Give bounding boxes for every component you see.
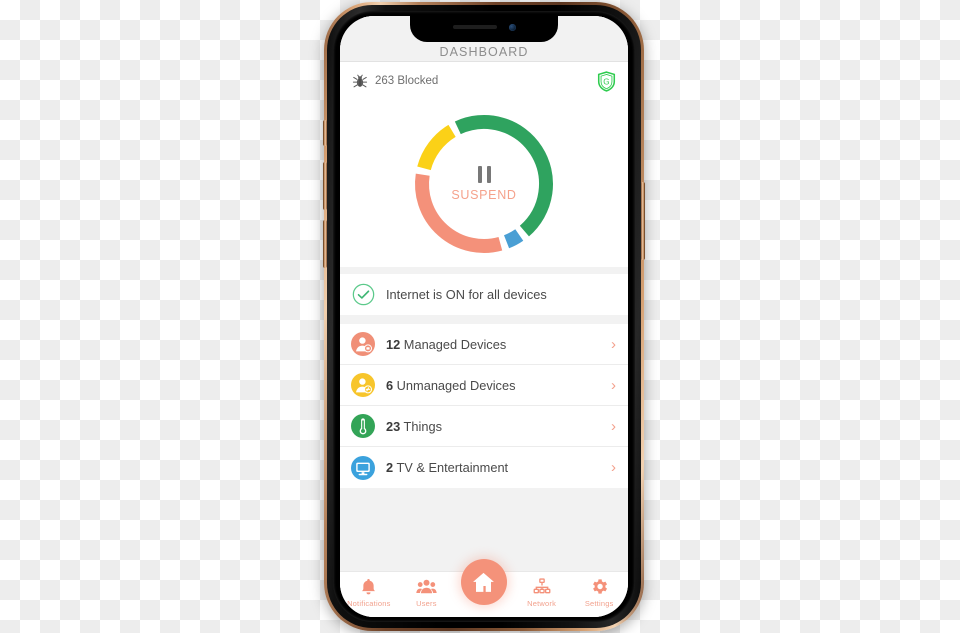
- unmanaged-devices-label: 6 Unmanaged Devices: [386, 377, 516, 393]
- list-item-managed-devices[interactable]: 12 Managed Devices ›: [340, 324, 628, 365]
- users-icon: [416, 577, 437, 596]
- check-circle-icon: [351, 283, 375, 307]
- speaker-grille-icon: [452, 25, 497, 29]
- tv-monitor-icon: [351, 455, 375, 480]
- bottom-tab-bar: Notifications Users Network Settings: [340, 559, 628, 617]
- things-count: 23: [386, 418, 401, 434]
- home-button-bubble[interactable]: [460, 559, 507, 605]
- mute-switch[interactable]: [323, 120, 327, 146]
- tab-notifications[interactable]: Notifications: [340, 577, 398, 608]
- internet-status-card: Internet is ON for all devices: [340, 274, 628, 315]
- bell-icon: [359, 577, 378, 596]
- app-root: DASHBOARD 263 Blocked G SUSPEND Internet…: [340, 16, 628, 617]
- blocked-summary[interactable]: 263 Blocked: [352, 74, 438, 89]
- shield-g-icon[interactable]: G: [597, 70, 616, 92]
- power-button[interactable]: [641, 182, 645, 260]
- chevron-right-icon[interactable]: ›: [611, 378, 618, 393]
- suspend-label: SUSPEND: [451, 187, 517, 202]
- tab-network[interactable]: Network: [513, 577, 571, 608]
- blocked-count-label: 263 Blocked: [375, 75, 439, 87]
- list-item-unmanaged-devices[interactable]: 6 Unmanaged Devices ›: [340, 365, 628, 406]
- things-label: 23 Things: [386, 418, 442, 434]
- managed-devices-count: 12: [386, 336, 401, 352]
- front-camera-icon: [508, 23, 516, 31]
- donut-center-content[interactable]: SUSPEND: [413, 113, 555, 255]
- device-groups-card: 12 Managed Devices › 6 Unmanaged Devices…: [340, 324, 628, 488]
- volume-down-button[interactable]: [323, 220, 327, 268]
- bug-icon: [352, 74, 368, 89]
- tab-users-label: Users: [416, 599, 437, 608]
- list-item-tv-entertainment[interactable]: 2 TV & Entertainment ›: [340, 447, 628, 488]
- svg-text:G: G: [603, 77, 609, 86]
- phone-mockup: DASHBOARD 263 Blocked G SUSPEND Internet…: [323, 2, 645, 631]
- status-donut-chart[interactable]: SUSPEND: [413, 113, 555, 255]
- chevron-right-icon[interactable]: ›: [611, 460, 618, 475]
- tab-notifications-label: Notifications: [347, 599, 391, 608]
- suspend-donut-section: SUSPEND: [340, 100, 628, 267]
- chevron-right-icon[interactable]: ›: [611, 419, 618, 434]
- tab-settings[interactable]: Settings: [570, 577, 628, 608]
- pause-icon: [477, 165, 491, 183]
- volume-up-button[interactable]: [323, 162, 327, 210]
- home-icon: [471, 570, 496, 595]
- managed-user-icon: [351, 332, 375, 356]
- chevron-right-icon[interactable]: ›: [611, 337, 618, 352]
- tab-users[interactable]: Users: [398, 577, 456, 608]
- notch: [410, 16, 558, 42]
- threat-status-strip: 263 Blocked G: [340, 62, 628, 100]
- tab-home[interactable]: [455, 559, 513, 610]
- gear-icon: [590, 577, 609, 596]
- dashboard-cards: Internet is ON for all devices 12 Manage…: [340, 267, 628, 571]
- unmanaged-user-icon: [351, 373, 375, 397]
- tab-network-label: Network: [527, 599, 557, 608]
- tab-settings-label: Settings: [584, 599, 614, 608]
- internet-status-label: Internet is ON for all devices: [386, 287, 547, 302]
- list-item-things[interactable]: 23 Things ›: [340, 406, 628, 447]
- managed-devices-label: 12 Managed Devices: [386, 336, 507, 352]
- network-icon: [532, 577, 552, 596]
- thermometer-icon: [351, 414, 375, 438]
- phone-screen: DASHBOARD 263 Blocked G SUSPEND Internet…: [340, 16, 628, 617]
- list-item-internet-status[interactable]: Internet is ON for all devices: [340, 274, 628, 315]
- page-title: DASHBOARD: [439, 45, 529, 59]
- tv-entertainment-label: 2 TV & Entertainment: [386, 460, 509, 475]
